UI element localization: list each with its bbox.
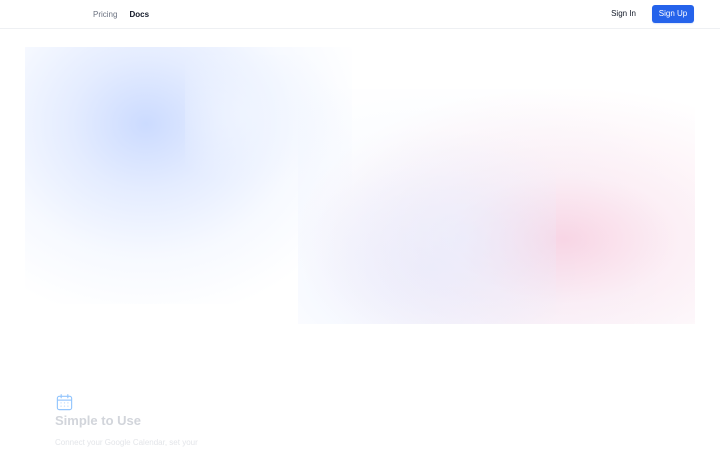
top-navigation: Pricing Docs Sign In Sign Up — [0, 0, 720, 29]
sign-up-button[interactable]: Sign Up — [652, 5, 694, 23]
pricing-link[interactable]: Pricing — [93, 10, 117, 19]
feature-title: Simple to Use — [55, 413, 141, 428]
hero-gradient-visual — [25, 47, 695, 324]
primary-nav: Pricing Docs — [93, 0, 149, 28]
auth-actions: Sign In Sign Up — [611, 5, 694, 23]
docs-link[interactable]: Docs — [129, 10, 149, 19]
sign-in-link[interactable]: Sign In — [611, 5, 636, 23]
calendar-icon — [56, 394, 73, 411]
landing-page: Pricing Docs Sign In Sign Up Simple to U… — [0, 0, 720, 450]
feature-description: Connect your Google Calendar, set your — [55, 438, 198, 447]
pink-gradient-blob — [298, 89, 695, 324]
feature-card-simple-to-use: Simple to Use Connect your Google Calend… — [55, 393, 275, 450]
